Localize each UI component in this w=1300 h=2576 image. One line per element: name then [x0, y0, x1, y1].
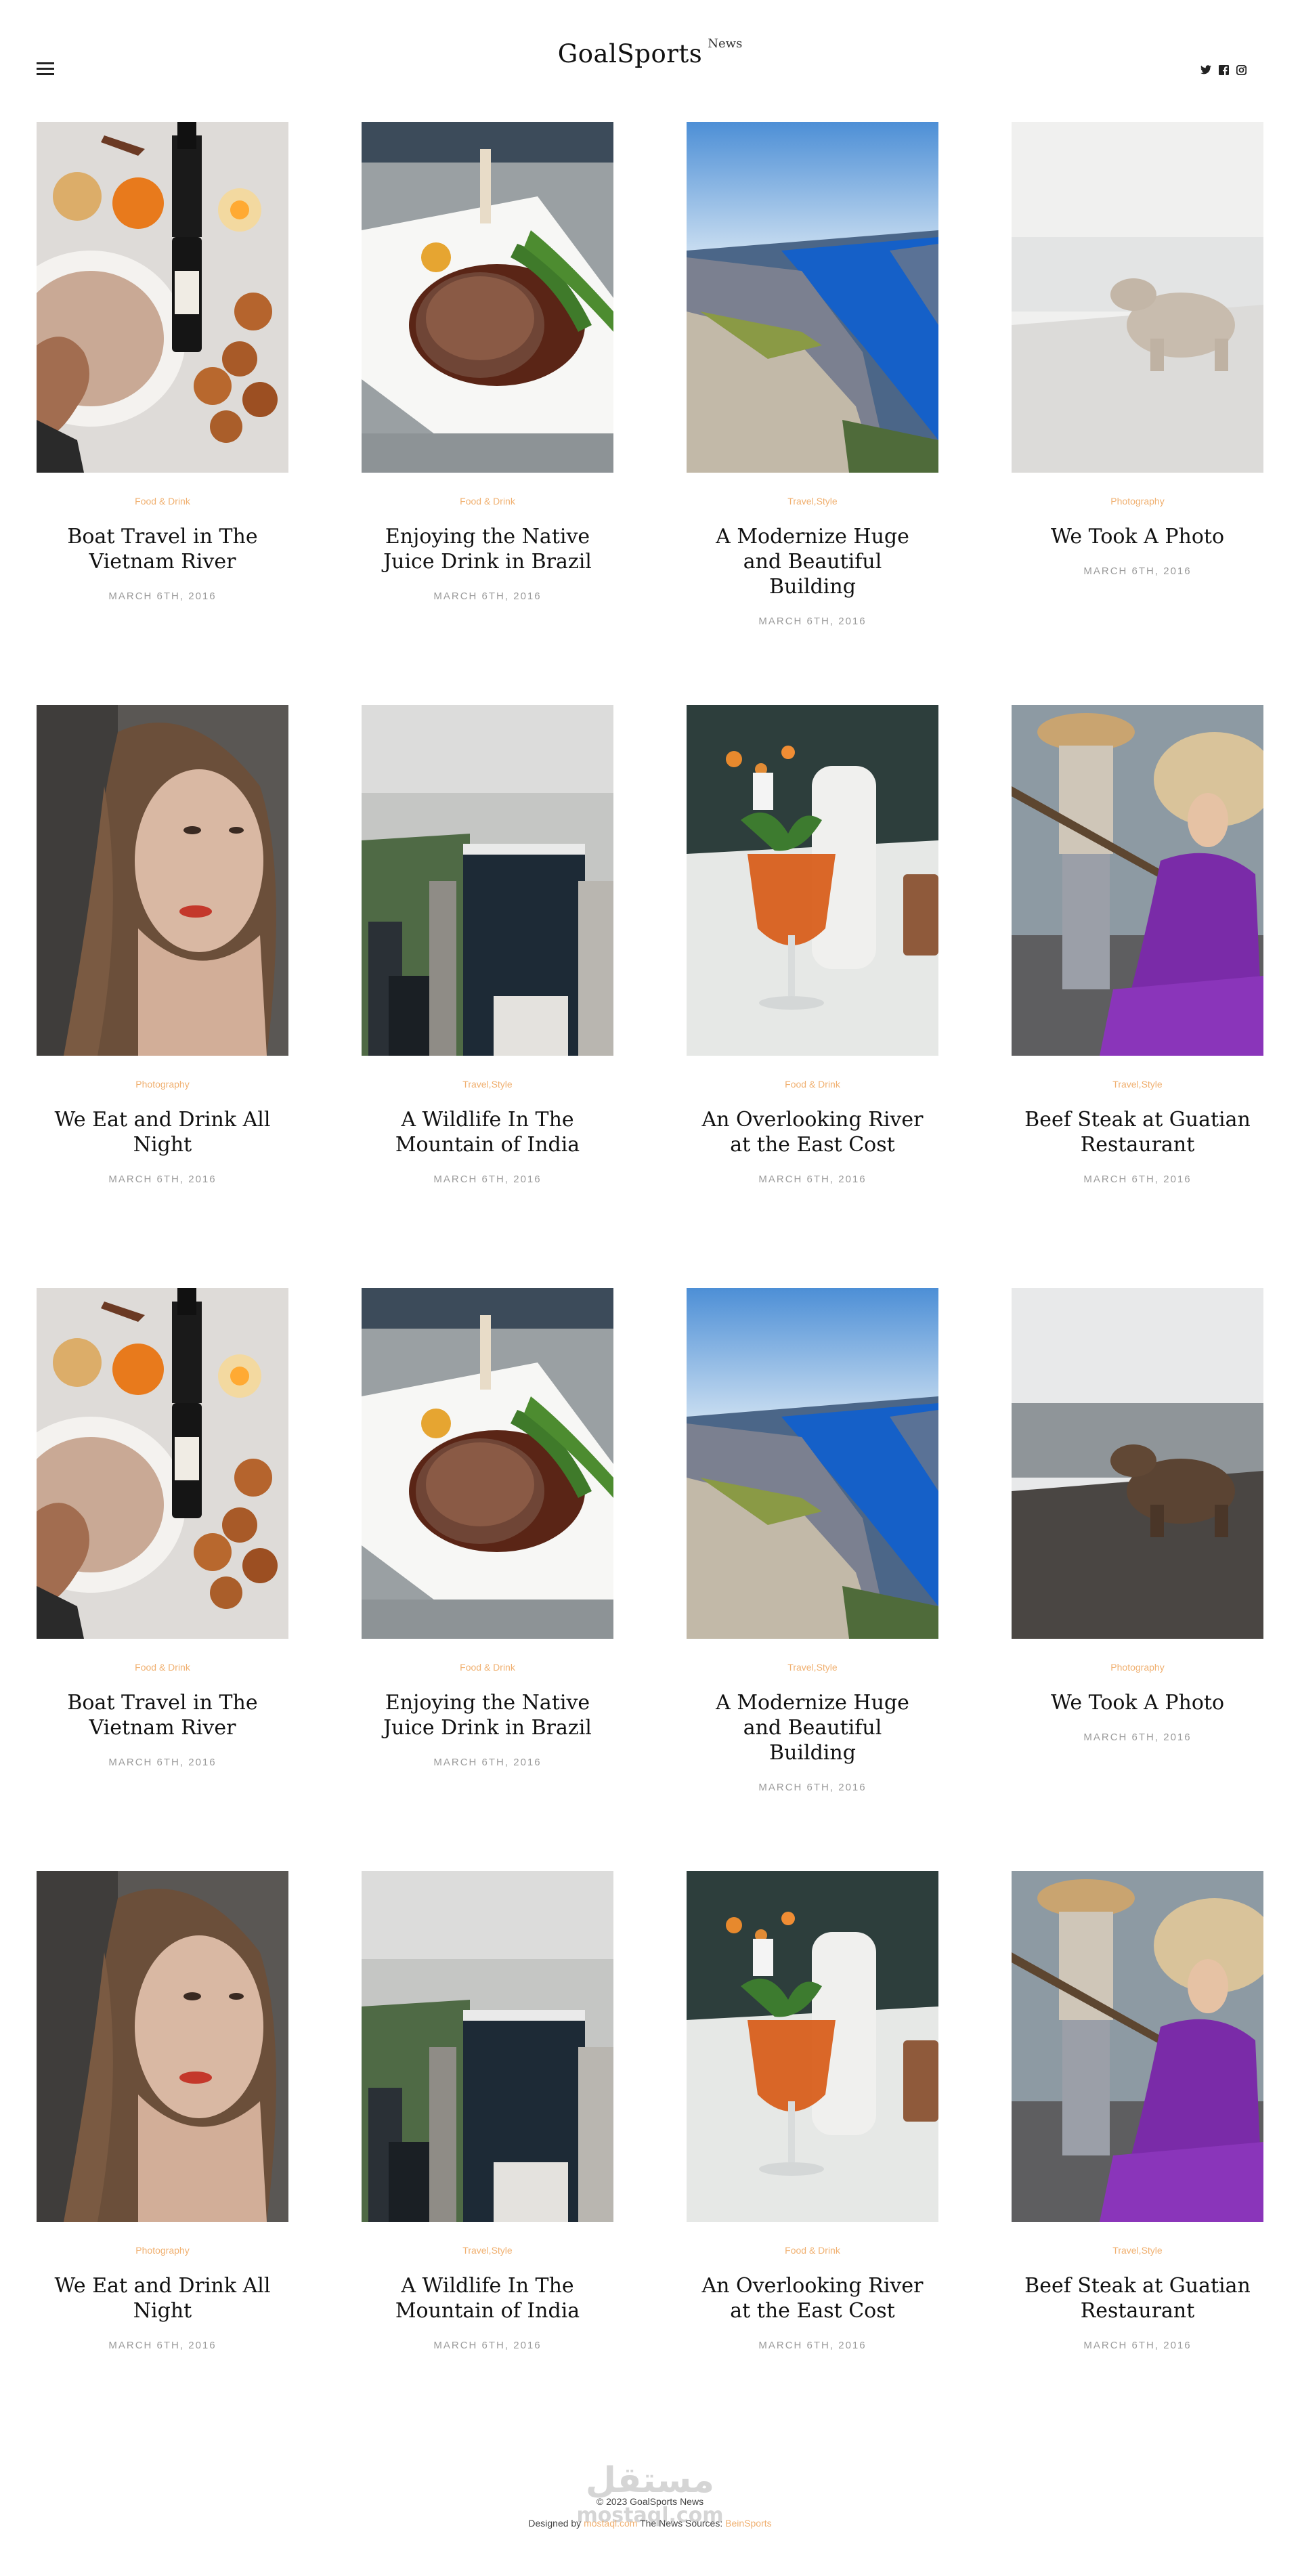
post-date: MARCH 6TH, 2016 [433, 1757, 542, 1768]
post-category[interactable]: Food & Drink [785, 1079, 840, 1090]
post-date: MARCH 6TH, 2016 [758, 616, 867, 627]
post-card: Travel,Style A Wildlife In The Mountain … [362, 705, 613, 1185]
post-category[interactable]: Photography [135, 2245, 189, 2256]
post-date: MARCH 6TH, 2016 [758, 1174, 867, 1185]
post-card: Travel,Style A Wildlife In The Mountain … [362, 1871, 613, 2351]
logo-superscript: News [708, 37, 743, 51]
post-category[interactable]: Travel,Style [1112, 2245, 1162, 2256]
post-category[interactable]: Food & Drink [460, 496, 515, 507]
post-card: Travel,Style A Modernize Huge and Beauti… [687, 122, 938, 627]
post-card: Photography We Took A Photo MARCH 6TH, 2… [1012, 122, 1263, 577]
post-category[interactable]: Food & Drink [785, 2245, 840, 2256]
post-image-woman-portrait[interactable] [37, 1871, 288, 2222]
post-image-wine-food[interactable] [37, 122, 288, 473]
news-sources-label: The News Sources: [640, 2518, 723, 2529]
post-image-bear[interactable] [1012, 1288, 1263, 1639]
post-image-vietnam-woman[interactable] [1012, 705, 1263, 1056]
post-category[interactable]: Photography [1110, 1662, 1164, 1673]
post-title[interactable]: Beef Steak at Guatian Restaurant [1022, 2273, 1253, 2323]
post-image-vietnam-woman[interactable] [1012, 1871, 1263, 2222]
post-title[interactable]: A Modernize Huge and Beautiful Building [697, 524, 928, 599]
post-image-city[interactable] [362, 1871, 613, 2222]
post-image-wine-food[interactable] [37, 1288, 288, 1639]
post-card: Photography We Took A Photo MARCH 6TH, 2… [1012, 1288, 1263, 1743]
post-date: MARCH 6TH, 2016 [108, 1757, 217, 1768]
post-category[interactable]: Food & Drink [135, 496, 190, 507]
post-title[interactable]: Boat Travel in The Vietnam River [47, 524, 278, 574]
designer-link[interactable]: mostaql.com [584, 2518, 637, 2529]
post-title[interactable]: A Wildlife In The Mountain of India [372, 2273, 603, 2323]
post-title[interactable]: We Took A Photo [1022, 1690, 1253, 1715]
post-image-fjord[interactable] [687, 1288, 938, 1639]
post-image-bear-faded[interactable] [1012, 122, 1263, 473]
site-header: GoalSports News [0, 0, 1300, 122]
post-category[interactable]: Photography [1110, 496, 1164, 507]
post-card: Photography We Eat and Drink All Night M… [37, 1871, 288, 2351]
post-card: Food & Drink Enjoying the Native Juice D… [362, 1288, 613, 1768]
post-card: Food & Drink An Overlooking River at the… [687, 705, 938, 1185]
post-card: Food & Drink An Overlooking River at the… [687, 1871, 938, 2351]
site-footer: مستقل mostaql.com © 2023 GoalSports News… [0, 2451, 1300, 2539]
post-date: MARCH 6TH, 2016 [1083, 1174, 1192, 1185]
post-title[interactable]: Beef Steak at Guatian Restaurant [1022, 1107, 1253, 1157]
post-title[interactable]: An Overlooking River at the East Cost [697, 2273, 928, 2323]
post-card: Food & Drink Boat Travel in The Vietnam … [37, 1288, 288, 1768]
post-image-steak[interactable] [362, 1288, 613, 1639]
post-card: Food & Drink Enjoying the Native Juice D… [362, 122, 613, 602]
post-title[interactable]: We Eat and Drink All Night [47, 2273, 278, 2323]
post-date: MARCH 6TH, 2016 [433, 591, 542, 602]
designed-by-label: Designed by [528, 2518, 582, 2529]
instagram-icon[interactable] [1235, 64, 1247, 76]
post-category[interactable]: Travel,Style [787, 1662, 837, 1673]
post-title[interactable]: A Modernize Huge and Beautiful Building [697, 1690, 928, 1765]
post-card: Travel,Style Beef Steak at Guatian Resta… [1012, 705, 1263, 1185]
post-title[interactable]: We Took A Photo [1022, 524, 1253, 549]
post-category[interactable]: Travel,Style [787, 496, 837, 507]
news-source-link[interactable]: BeinSports [725, 2518, 771, 2529]
post-image-fjord[interactable] [687, 122, 938, 473]
post-category[interactable]: Travel,Style [462, 1079, 512, 1090]
post-date: MARCH 6TH, 2016 [433, 1174, 542, 1185]
post-title[interactable]: Enjoying the Native Juice Drink in Brazi… [372, 524, 603, 574]
site-logo[interactable]: GoalSports News [0, 37, 1300, 68]
copyright-text: © 2023 GoalSports News [596, 2496, 704, 2507]
post-category[interactable]: Food & Drink [135, 1662, 190, 1673]
post-date: MARCH 6TH, 2016 [758, 1782, 867, 1793]
social-links [1200, 64, 1247, 76]
post-image-cocktail[interactable] [687, 1871, 938, 2222]
post-date: MARCH 6TH, 2016 [1083, 1732, 1192, 1743]
post-card: Food & Drink Boat Travel in The Vietnam … [37, 122, 288, 602]
post-category[interactable]: Travel,Style [1112, 1079, 1162, 1090]
post-title[interactable]: An Overlooking River at the East Cost [697, 1107, 928, 1157]
post-image-woman-portrait[interactable] [37, 705, 288, 1056]
credits-line: Designed by mostaql.com The News Sources… [0, 2518, 1300, 2529]
post-date: MARCH 6TH, 2016 [433, 2340, 542, 2351]
post-card: Travel,Style Beef Steak at Guatian Resta… [1012, 1871, 1263, 2351]
post-date: MARCH 6TH, 2016 [1083, 565, 1192, 577]
post-image-cocktail[interactable] [687, 705, 938, 1056]
post-date: MARCH 6TH, 2016 [758, 2340, 867, 2351]
post-category[interactable]: Travel,Style [462, 2245, 512, 2256]
post-category[interactable]: Food & Drink [460, 1662, 515, 1673]
post-image-city[interactable] [362, 705, 613, 1056]
facebook-icon[interactable] [1217, 64, 1230, 76]
post-title[interactable]: Boat Travel in The Vietnam River [47, 1690, 278, 1740]
logo-title[interactable]: GoalSports [558, 39, 703, 68]
post-category[interactable]: Photography [135, 1079, 189, 1090]
post-date: MARCH 6TH, 2016 [108, 591, 217, 602]
post-image-steak[interactable] [362, 122, 613, 473]
post-date: MARCH 6TH, 2016 [1083, 2340, 1192, 2351]
post-date: MARCH 6TH, 2016 [108, 1174, 217, 1185]
post-title[interactable]: We Eat and Drink All Night [47, 1107, 278, 1157]
svg-text:مستقل: مستقل [586, 2460, 714, 2501]
post-title[interactable]: Enjoying the Native Juice Drink in Brazi… [372, 1690, 603, 1740]
twitter-icon[interactable] [1200, 64, 1212, 76]
post-title[interactable]: A Wildlife In The Mountain of India [372, 1107, 603, 1157]
post-date: MARCH 6TH, 2016 [108, 2340, 217, 2351]
post-card: Travel,Style A Modernize Huge and Beauti… [687, 1288, 938, 1793]
post-card: Photography We Eat and Drink All Night M… [37, 705, 288, 1185]
